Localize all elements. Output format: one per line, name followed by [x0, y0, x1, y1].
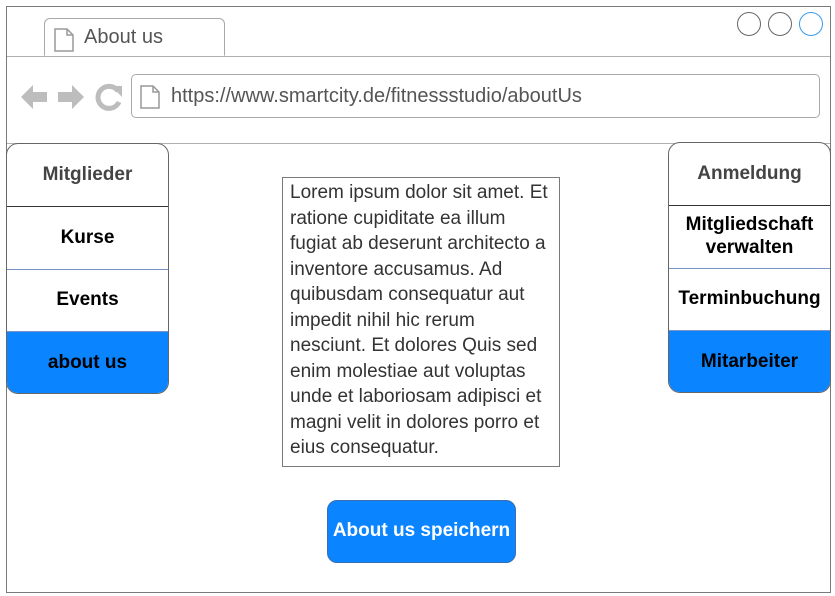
page-icon	[140, 85, 160, 114]
browser-tab[interactable]: About us	[44, 18, 225, 56]
reload-icon[interactable]	[94, 82, 124, 117]
menu-item-kurse[interactable]: Kurse	[7, 207, 168, 270]
address-bar[interactable]: https://www.smartcity.de/fitnessstudio/a…	[131, 74, 820, 118]
left-menu: Mitglieder Kurse Events about us	[6, 143, 169, 394]
menu-item-mitglieder[interactable]: Mitglieder	[7, 144, 168, 207]
close-icon[interactable]	[799, 12, 823, 36]
about-us-textarea[interactable]: Lorem ipsum dolor sit amet. Et ratione c…	[282, 177, 560, 467]
save-button-label: About us speichern	[332, 520, 511, 542]
menu-item-mitgliedschaft-verwalten[interactable]: Mitgliedschaft verwalten	[669, 206, 830, 269]
menu-item-events[interactable]: Events	[7, 270, 168, 332]
maximize-icon[interactable]	[768, 12, 792, 36]
menu-item-terminbuchung[interactable]: Terminbuchung	[669, 269, 830, 331]
menu-item-mitarbeiter[interactable]: Mitarbeiter	[669, 331, 830, 392]
minimize-icon[interactable]	[737, 12, 761, 36]
url-text: https://www.smartcity.de/fitnessstudio/a…	[171, 85, 582, 107]
menu-item-about-us[interactable]: about us	[7, 332, 168, 393]
menu-item-anmeldung[interactable]: Anmeldung	[669, 143, 830, 206]
tab-title: About us	[84, 26, 163, 48]
right-menu: Anmeldung Mitgliedschaft verwalten Termi…	[668, 142, 831, 393]
back-arrow-icon[interactable]	[19, 82, 49, 117]
page-icon	[54, 28, 74, 57]
navigation-bar: https://www.smartcity.de/fitnessstudio/a…	[7, 57, 830, 144]
tab-bar: About us	[7, 7, 830, 57]
save-about-us-button[interactable]: About us speichern	[327, 500, 516, 563]
forward-arrow-icon[interactable]	[56, 82, 86, 117]
